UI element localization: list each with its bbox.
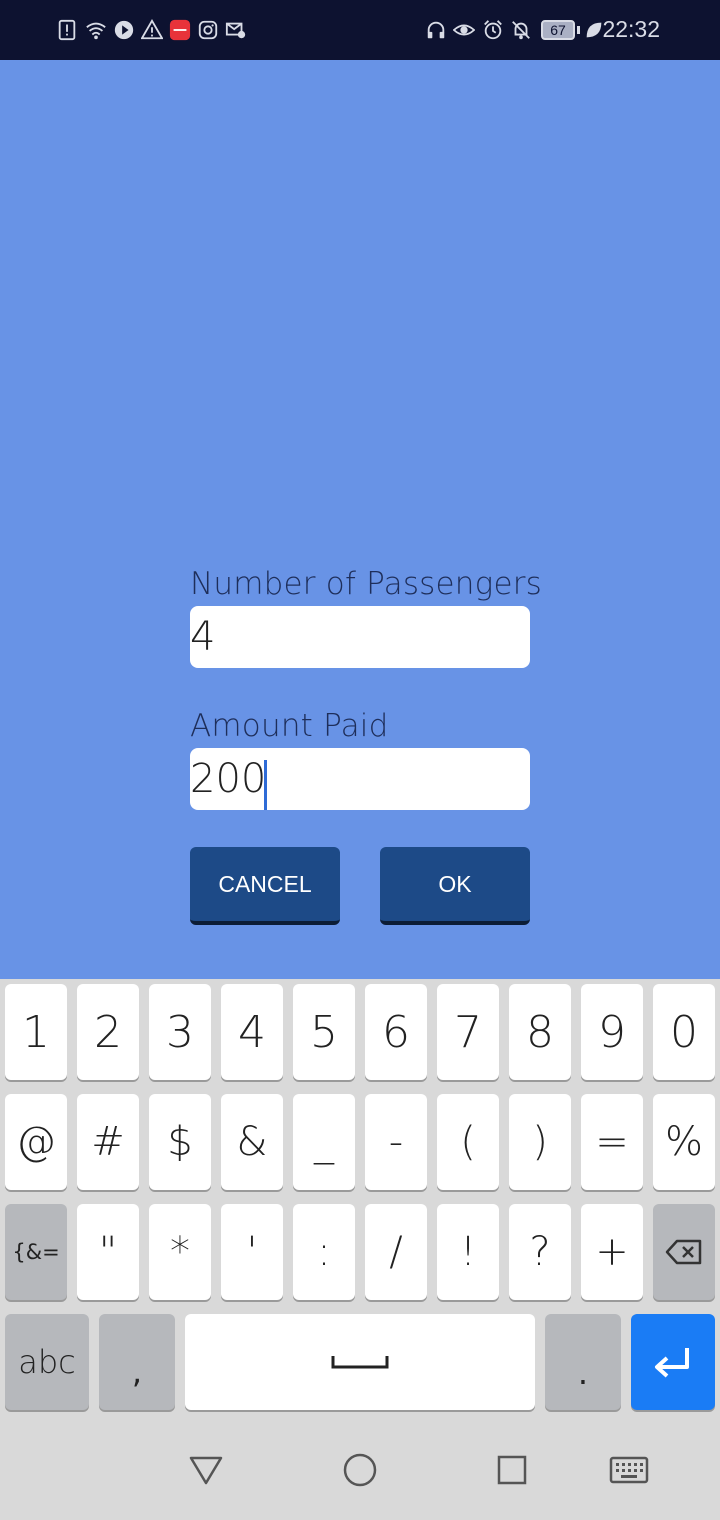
- key-7[interactable]: 7: [437, 984, 499, 1080]
- key-dollar[interactable]: $: [149, 1094, 211, 1190]
- key-0[interactable]: 0: [653, 984, 715, 1080]
- amount-input[interactable]: [190, 748, 530, 810]
- key-8[interactable]: 8: [509, 984, 571, 1080]
- keyboard-icon[interactable]: [607, 1448, 651, 1492]
- space-key[interactable]: [185, 1314, 535, 1410]
- key-hyphen[interactable]: -: [365, 1094, 427, 1190]
- key-single-quote[interactable]: ': [221, 1204, 283, 1300]
- key-3[interactable]: 3: [149, 984, 211, 1080]
- recents-icon[interactable]: [490, 1448, 534, 1492]
- amount-label: Amount Paid: [190, 708, 389, 744]
- key-close-paren[interactable]: ): [509, 1094, 571, 1190]
- key-more-symbols[interactable]: {&=: [5, 1204, 67, 1300]
- key-equals[interactable]: =: [581, 1094, 643, 1190]
- key-at[interactable]: @: [5, 1094, 67, 1190]
- key-underscore[interactable]: _: [293, 1094, 355, 1190]
- key-ampersand[interactable]: &: [221, 1094, 283, 1190]
- key-1[interactable]: 1: [5, 984, 67, 1080]
- play-icon: [112, 18, 136, 42]
- key-2[interactable]: 2: [77, 984, 139, 1080]
- text-caret: [264, 760, 267, 810]
- battery-icon: 67: [541, 20, 575, 40]
- key-slash[interactable]: /: [365, 1204, 427, 1300]
- space-icon: [331, 1354, 389, 1370]
- mail-settings-icon: [224, 18, 248, 42]
- home-icon[interactable]: [338, 1448, 382, 1492]
- key-plus[interactable]: +: [581, 1204, 643, 1300]
- period-key[interactable]: .: [545, 1314, 621, 1410]
- amount-field-container: [190, 748, 530, 810]
- abc-key[interactable]: abc: [5, 1314, 89, 1410]
- dialog-buttons: CANCEL OK: [190, 847, 530, 929]
- backspace-icon: [665, 1239, 703, 1265]
- key-hash[interactable]: #: [77, 1094, 139, 1190]
- passengers-label: Number of Passengers: [190, 566, 543, 602]
- back-icon[interactable]: [184, 1448, 228, 1492]
- instagram-icon: [196, 18, 220, 42]
- key-question[interactable]: ?: [509, 1204, 571, 1300]
- key-5[interactable]: 5: [293, 984, 355, 1080]
- enter-icon: [651, 1345, 695, 1379]
- headset-icon: [424, 18, 448, 42]
- bell-off-icon: [509, 18, 533, 42]
- soft-keyboard: 1 2 3 4 5 6 7 8 9 0 @ # $ & _ - ( ) = % …: [0, 979, 720, 1420]
- wifi-icon: [84, 18, 108, 42]
- key-asterisk[interactable]: *: [149, 1204, 211, 1300]
- enter-key[interactable]: [631, 1314, 715, 1410]
- key-9[interactable]: 9: [581, 984, 643, 1080]
- key-percent[interactable]: %: [653, 1094, 715, 1190]
- status-bar: 67 22:32: [0, 0, 720, 60]
- key-4[interactable]: 4: [221, 984, 283, 1080]
- key-exclamation[interactable]: !: [437, 1204, 499, 1300]
- fare-form: Number of Passengers Amount Paid: [190, 566, 543, 810]
- huawei-app-icon: [168, 18, 192, 42]
- warning-icon: [140, 18, 164, 42]
- eye-icon: [452, 18, 476, 42]
- ok-button[interactable]: OK: [380, 847, 530, 925]
- backspace-key[interactable]: [653, 1204, 715, 1300]
- key-double-quote[interactable]: ": [77, 1204, 139, 1300]
- passengers-input[interactable]: [190, 606, 530, 668]
- cancel-button[interactable]: CANCEL: [190, 847, 340, 925]
- comma-key[interactable]: ,: [99, 1314, 175, 1410]
- alarm-icon: [481, 18, 505, 42]
- clock: 22:32: [602, 16, 660, 42]
- battery-tip: [577, 26, 580, 34]
- key-6[interactable]: 6: [365, 984, 427, 1080]
- passengers-field-container: [190, 606, 530, 668]
- key-open-paren[interactable]: (: [437, 1094, 499, 1190]
- key-colon[interactable]: :: [293, 1204, 355, 1300]
- alert-icon: [55, 18, 79, 42]
- navigation-bar: [0, 1420, 720, 1520]
